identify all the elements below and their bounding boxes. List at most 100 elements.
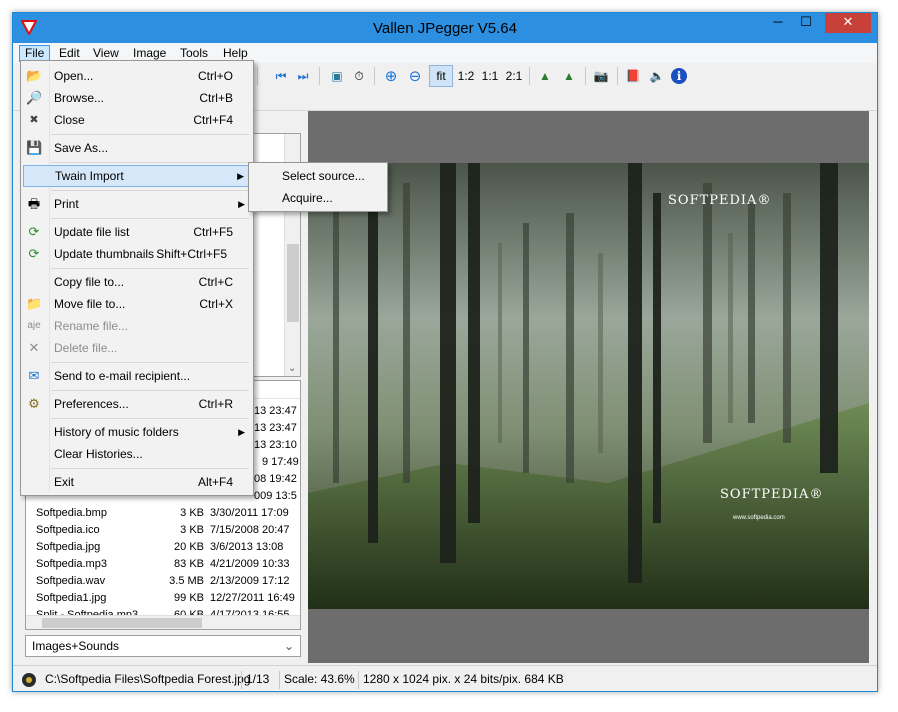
file-type-filter[interactable]: Images+Sounds ⌄ xyxy=(25,635,301,657)
close-file-icon: ✖ xyxy=(29,114,39,126)
zoom-half-button[interactable]: 1:2 xyxy=(455,65,477,87)
save-icon: 💾 xyxy=(26,140,43,155)
menu-separator xyxy=(51,218,249,219)
disc-icon xyxy=(22,673,36,687)
menu-item-label: Browse... xyxy=(54,91,105,105)
open-folder-icon: 📂 xyxy=(26,68,43,83)
menu-separator xyxy=(51,190,249,191)
image-viewer[interactable]: SOFTPEDIA® SOFTPEDIA® www.softpedia.com xyxy=(308,111,869,663)
timer-icon[interactable]: ⏱ xyxy=(349,65,369,87)
file-date: 7/15/2008 20:47 xyxy=(210,524,290,536)
file-date: 4/21/2009 10:33 xyxy=(210,558,290,570)
toolbar-separator xyxy=(529,67,530,85)
menu-item-delete-file[interactable]: ✕ Delete file... xyxy=(23,337,251,359)
mountain-right-icon[interactable]: ▲ xyxy=(559,65,579,87)
file-date: 13 23:47 xyxy=(254,422,297,434)
close-button[interactable]: ✕ xyxy=(825,13,871,33)
file-name: Softpedia.mp3 xyxy=(36,558,107,570)
menu-separator xyxy=(51,134,249,135)
menu-item-history-music-folders[interactable]: History of music folders ▶ xyxy=(23,421,251,443)
forest-image xyxy=(308,163,869,609)
menu-item-exit[interactable]: Exit Alt+F4 xyxy=(23,471,251,493)
menu-separator xyxy=(51,468,249,469)
submenu-arrow-icon: ▶ xyxy=(238,427,245,437)
minimize-button[interactable]: ─ xyxy=(765,13,791,33)
menu-item-update-thumbnails[interactable]: ⟳ Update thumbnails Shift+Ctrl+F5 xyxy=(23,243,251,265)
zoom-out-icon[interactable]: ⊖ xyxy=(405,65,425,87)
camera-icon[interactable]: 📷 xyxy=(591,65,611,87)
refresh-list-icon: ⟳ xyxy=(28,224,40,239)
menu-item-shortcut: Ctrl+F4 xyxy=(193,113,233,127)
status-bar: C:\Softpedia Files\Softpedia Forest.jpg … xyxy=(13,665,877,691)
rename-icon: aje xyxy=(27,320,41,331)
menu-item-label: Save As... xyxy=(54,141,109,155)
hscroll-thumb[interactable] xyxy=(42,618,202,628)
info-icon[interactable]: ℹ xyxy=(671,68,687,84)
table-row[interactable]: Softpedia1.jpg 99 KB 12/27/2011 16:49 xyxy=(26,590,300,607)
menu-item-label: Open... xyxy=(54,69,94,83)
title-bar[interactable]: Vallen JPegger V5.64 ─ ☐ ✕ xyxy=(13,13,877,43)
watermark-bottom: SOFTPEDIA® xyxy=(720,487,824,502)
menu-item-acquire[interactable]: Acquire... xyxy=(251,187,385,209)
menu-separator xyxy=(51,362,249,363)
book-icon[interactable]: 📕 xyxy=(623,65,643,87)
file-name: Softpedia.bmp xyxy=(36,507,107,519)
menu-item-print[interactable]: 🖶 Print ▶ xyxy=(23,193,251,215)
fit-button[interactable]: fit xyxy=(429,65,453,87)
email-icon: ✉ xyxy=(28,368,40,383)
scroll-down-icon[interactable]: ⌄ xyxy=(288,363,296,374)
menu-item-twain-import[interactable]: Twain Import ▶ xyxy=(23,165,251,187)
maximize-button[interactable]: ☐ xyxy=(793,13,819,33)
menu-item-shortcut: Ctrl+C xyxy=(198,275,233,289)
move-file-icon: 📁 xyxy=(26,296,43,311)
menu-item-move-file[interactable]: 📁 Move file to... Ctrl+X xyxy=(23,293,251,315)
menu-item-send-email[interactable]: ✉ Send to e-mail recipient... xyxy=(23,365,251,387)
menu-separator xyxy=(51,390,249,391)
file-menu-dropdown: 📂 Open... Ctrl+O 🔎 Browse... Ctrl+B ✖ Cl… xyxy=(20,60,254,496)
table-row[interactable]: Softpedia.mp3 83 KB 4/21/2009 10:33 xyxy=(26,556,300,573)
file-name: Softpedia1.jpg xyxy=(36,592,107,604)
menu-separator xyxy=(51,162,249,163)
menu-item-label: History of music folders xyxy=(54,425,179,439)
file-size: 99 KB xyxy=(174,592,204,604)
menu-item-browse[interactable]: 🔎 Browse... Ctrl+B xyxy=(23,87,251,109)
speaker-icon[interactable]: 🔈 xyxy=(647,65,667,87)
file-name: Softpedia.ico xyxy=(36,524,100,536)
table-row[interactable]: Softpedia.ico 3 KB 7/15/2008 20:47 xyxy=(26,522,300,539)
toolbar-separator xyxy=(617,67,618,85)
zoom-actual-button[interactable]: 1:1 xyxy=(479,65,501,87)
tree-scroll-thumb[interactable] xyxy=(287,244,299,322)
table-row[interactable]: Softpedia.jpg 20 KB 3/6/2013 13:08 xyxy=(26,539,300,556)
menu-separator xyxy=(51,418,249,419)
table-row[interactable]: Softpedia.wav 3.5 MB 2/13/2009 17:12 xyxy=(26,573,300,590)
file-list-hscrollbar[interactable] xyxy=(26,615,300,629)
menu-item-shortcut: Alt+F4 xyxy=(197,475,233,489)
toolbar-separator xyxy=(257,67,258,85)
file-size: 3 KB xyxy=(180,507,204,519)
file-name: Softpedia.jpg xyxy=(36,541,101,553)
menu-item-label: Print xyxy=(54,197,79,211)
menu-item-rename-file[interactable]: aje Rename file... xyxy=(23,315,251,337)
menu-item-save-as[interactable]: 💾 Save As... xyxy=(23,137,251,159)
last-image-icon[interactable]: ⏭ xyxy=(293,65,313,87)
slideshow-icon[interactable]: ▣ xyxy=(327,65,347,87)
menu-item-copy-file[interactable]: Copy file to... Ctrl+C xyxy=(23,271,251,293)
zoom-in-icon[interactable]: ⊕ xyxy=(381,65,401,87)
delete-icon: ✕ xyxy=(28,340,40,355)
menu-item-close[interactable]: ✖ Close Ctrl+F4 xyxy=(23,109,251,131)
menu-item-clear-histories[interactable]: Clear Histories... xyxy=(23,443,251,465)
menu-item-select-source[interactable]: Select source... xyxy=(251,165,385,187)
table-row[interactable]: Softpedia.bmp 3 KB 3/30/2011 17:09 xyxy=(26,505,300,522)
file-date: 12/27/2011 16:49 xyxy=(210,592,295,604)
mountain-left-icon[interactable]: ▲ xyxy=(535,65,555,87)
menu-item-update-file-list[interactable]: ⟳ Update file list Ctrl+F5 xyxy=(23,221,251,243)
file-date: 08 19:42 xyxy=(254,473,297,485)
menu-item-label: Exit xyxy=(54,475,75,489)
first-image-icon[interactable]: ⏮ xyxy=(271,65,291,87)
preferences-icon: ⚙ xyxy=(28,396,40,411)
menu-item-open[interactable]: 📂 Open... Ctrl+O xyxy=(23,65,251,87)
toolbar-separator xyxy=(319,67,320,85)
menu-item-preferences[interactable]: ⚙ Preferences... Ctrl+R xyxy=(23,393,251,415)
chevron-down-icon[interactable]: ⌄ xyxy=(284,636,294,656)
zoom-double-button[interactable]: 2:1 xyxy=(503,65,525,87)
